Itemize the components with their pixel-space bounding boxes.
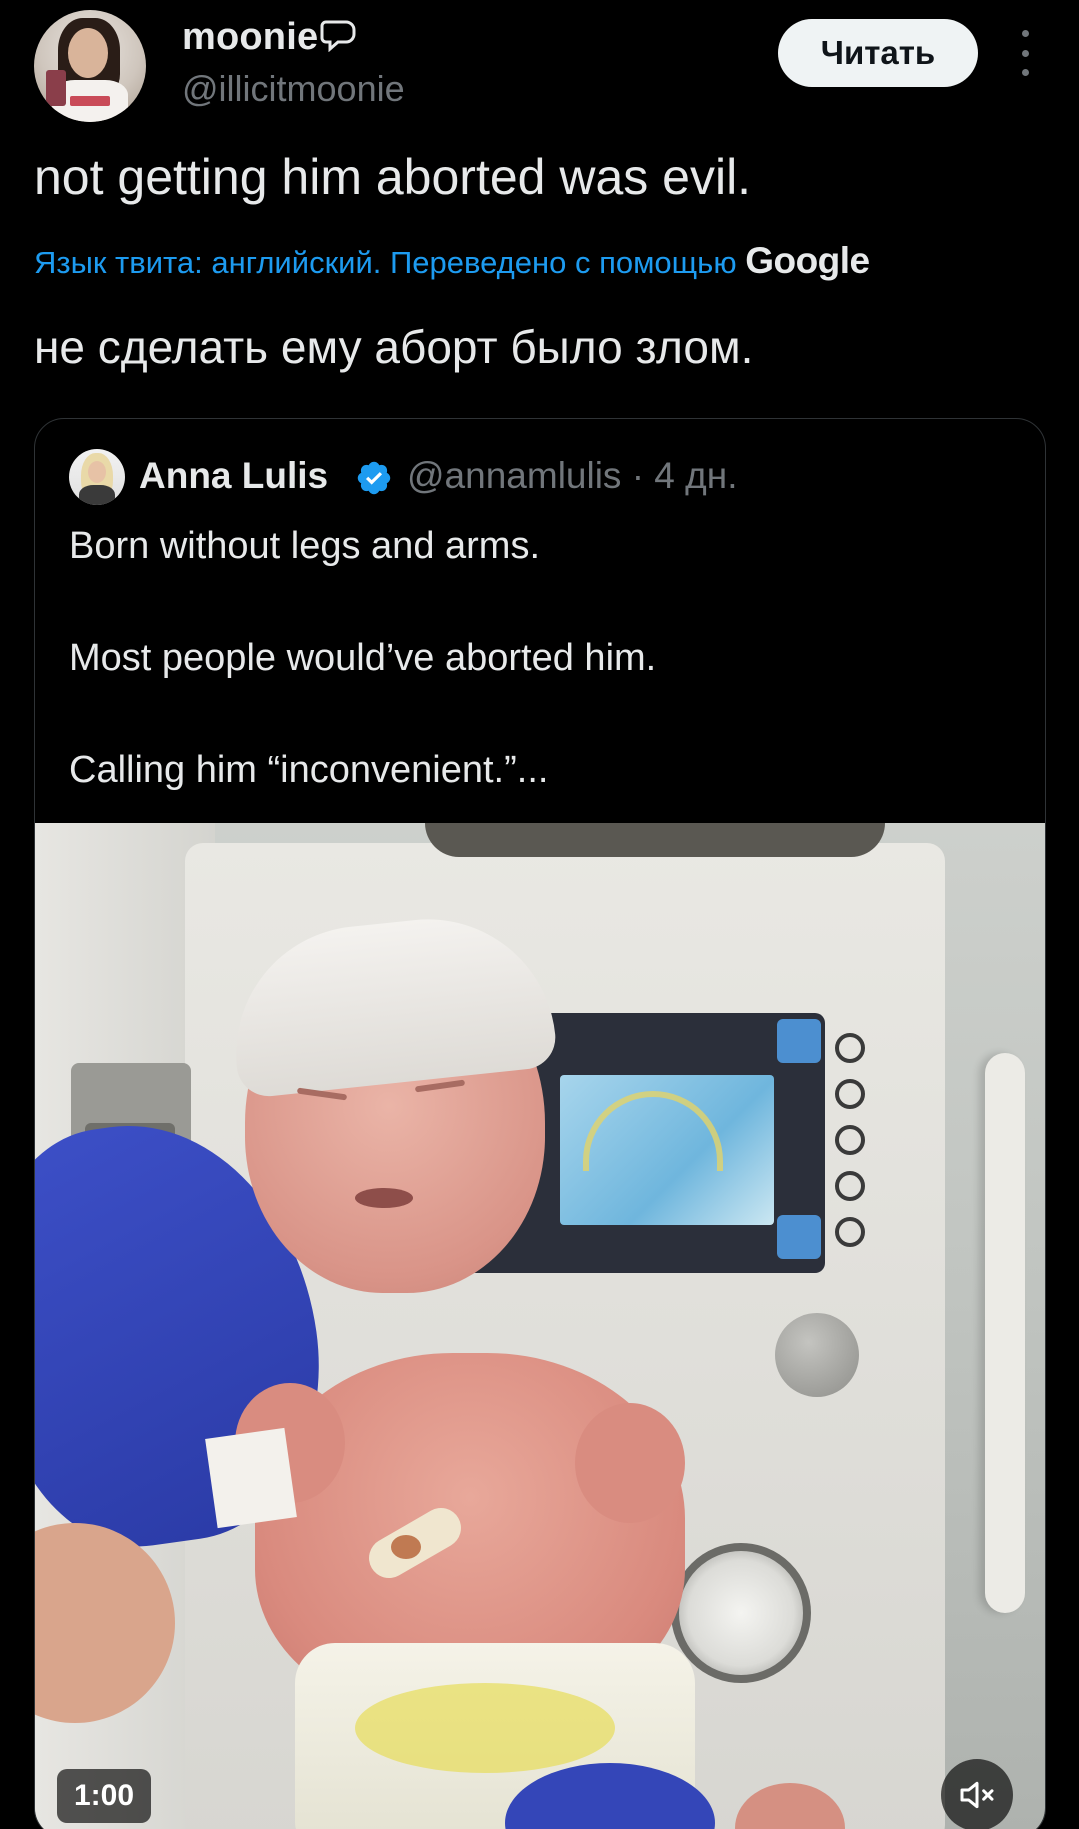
translation-note[interactable]: Язык твита: английский. Переведено с пом…	[34, 240, 1064, 282]
video-player[interactable]	[35, 823, 1045, 1829]
follow-button[interactable]: Читать	[778, 19, 978, 87]
quoted-author-avatar[interactable]	[69, 449, 125, 505]
speaker-glyph	[960, 1781, 994, 1809]
tweet-text: not getting him aborted was evil.	[34, 149, 752, 205]
more-dot	[1021, 69, 1029, 76]
avatar-shirt-print	[70, 96, 110, 106]
video-bg-dial	[835, 1079, 865, 1109]
tweet-header: moonie @illicitmoonie Читать	[0, 0, 1079, 140]
video-bg-gauge	[671, 1543, 811, 1683]
video-bg-button	[777, 1215, 821, 1259]
quoted-text-line: Born without legs and arms.	[69, 525, 541, 567]
video-tape	[205, 1427, 297, 1529]
video-bg-button	[777, 1019, 821, 1063]
avatar-cup	[46, 70, 66, 106]
tweet-page: moonie @illicitmoonie Читать not getting…	[0, 0, 1079, 1829]
video-bg-dial	[835, 1217, 865, 1247]
video-bg-dial	[835, 1171, 865, 1201]
quoted-text-line: Most people would’ve aborted him.	[69, 637, 657, 679]
video-bg-incubator-top	[425, 823, 885, 857]
video-bg-knob	[775, 1313, 859, 1397]
verified-badge-icon	[357, 461, 391, 495]
video-duration-badge: 1:00	[57, 1769, 151, 1823]
author-avatar[interactable]	[34, 10, 146, 122]
video-bg-dial	[835, 1033, 865, 1063]
more-dot	[1021, 30, 1029, 37]
quoted-tweet[interactable]: Anna Lulis @annamlulis · 4 дн. Born with…	[34, 418, 1046, 1829]
video-baby-mouth	[355, 1188, 413, 1208]
speech-bubble-icon	[320, 20, 356, 53]
quoted-author-name[interactable]: Anna Lulis	[139, 455, 328, 497]
video-bg-dials	[835, 1033, 875, 1263]
translated-tweet-text: не сделать ему аборт было злом.	[34, 321, 754, 373]
video-baby-shoulder	[575, 1403, 685, 1523]
avatar-face	[68, 28, 108, 78]
more-dot	[1021, 49, 1029, 57]
more-options-icon[interactable]	[1010, 30, 1040, 76]
author-display-name[interactable]: moonie	[182, 16, 358, 59]
translation-provider: Google	[745, 240, 870, 281]
translation-note-text: Язык твита: английский. Переведено с пом…	[34, 245, 746, 280]
video-diaper-stain	[355, 1683, 615, 1773]
quoted-author-handle-time[interactable]: @annamlulis · 4 дн.	[407, 455, 737, 497]
quoted-text-line: Calling him “inconvenient.”...	[69, 749, 549, 791]
video-clamp-tip	[391, 1535, 421, 1559]
qa-face	[88, 461, 106, 483]
muted-speaker-icon[interactable]	[941, 1759, 1013, 1829]
author-name-text: moonie	[182, 16, 319, 58]
qa-body	[79, 485, 115, 505]
video-bg-handle	[985, 1053, 1025, 1613]
video-bg-dial	[835, 1125, 865, 1155]
author-handle[interactable]: @illicitmoonie	[182, 68, 405, 110]
